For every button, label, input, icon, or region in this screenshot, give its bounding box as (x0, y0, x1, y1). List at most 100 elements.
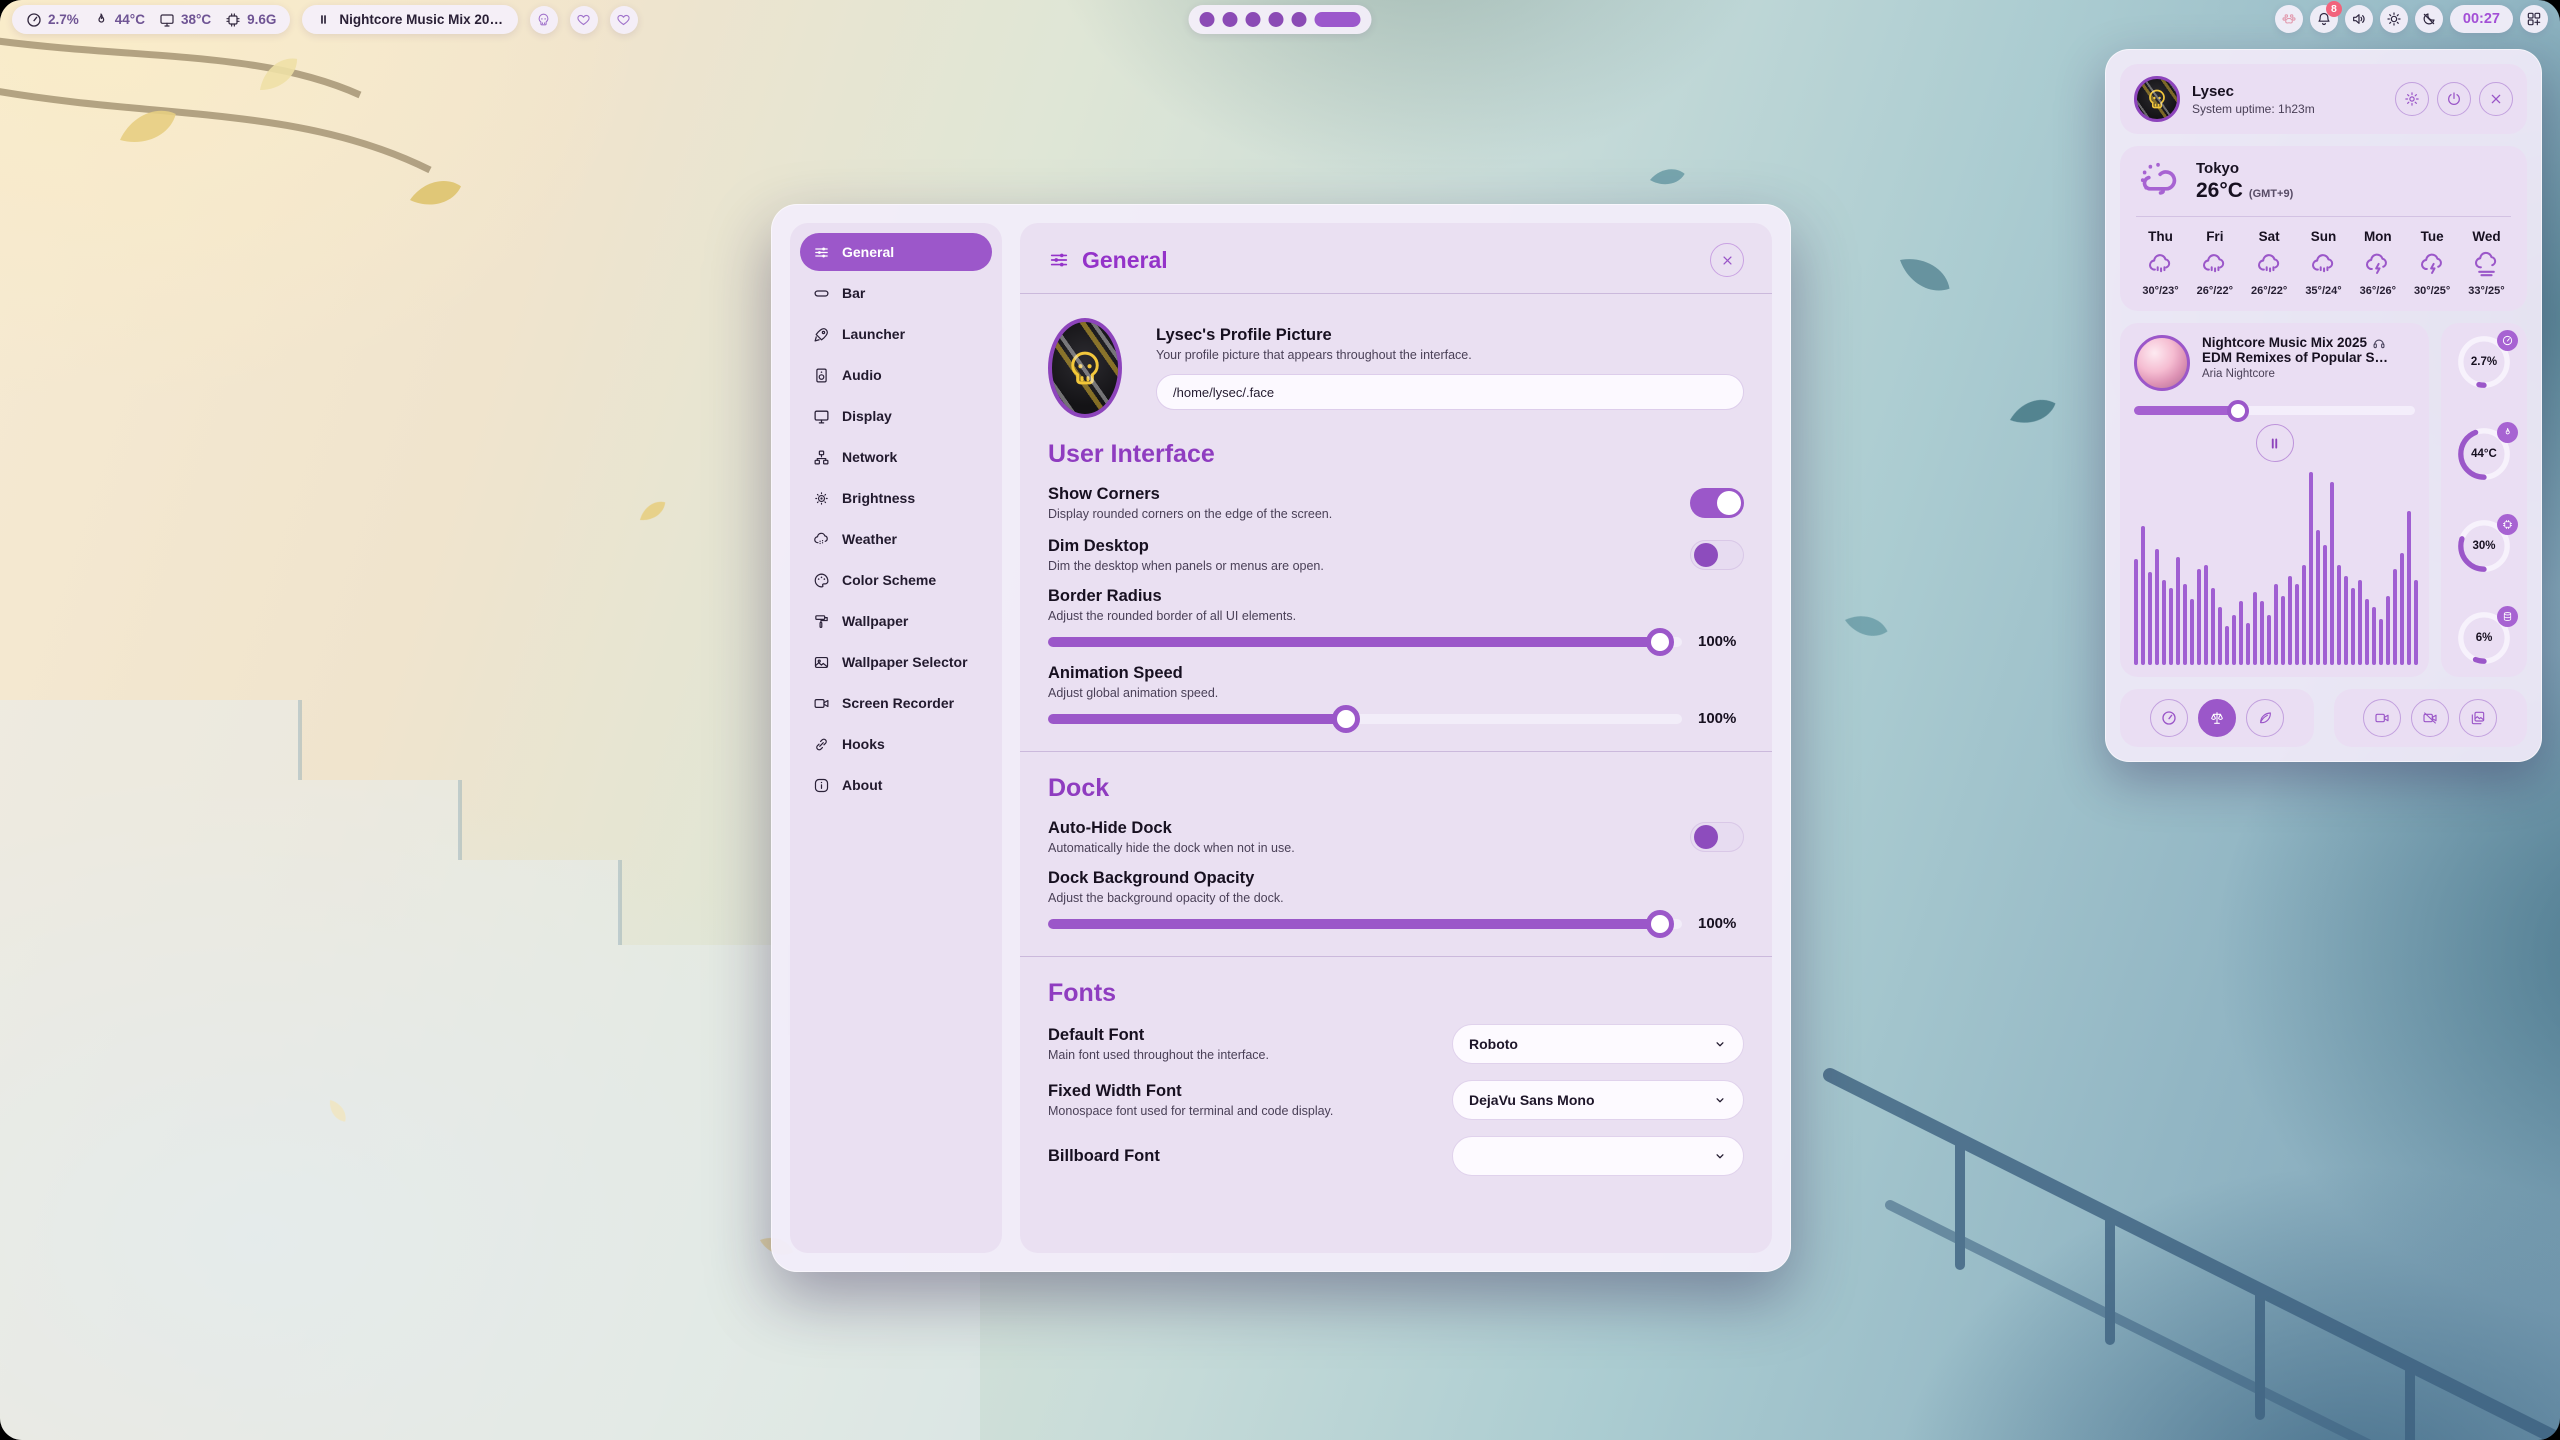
power-profile-button[interactable] (2150, 699, 2188, 737)
skull-icon (2145, 87, 2169, 111)
profile-picture[interactable] (1048, 318, 1122, 418)
setting-row-auto-hide-dock: Auto-Hide DockAutomatically hide the doc… (1048, 819, 1744, 855)
forecast-temps: 36°/26° (2360, 285, 2396, 297)
sidebar-item-label: Screen Recorder (842, 695, 954, 711)
auto-hide-dock-toggle[interactable] (1690, 822, 1744, 852)
sidebar-item[interactable]: Weather (800, 520, 992, 558)
forecast-temps: 26°/22° (2251, 285, 2287, 297)
sidebar-item[interactable]: Bar (800, 274, 992, 312)
visualizer-bar (2176, 557, 2180, 665)
user-action-button[interactable] (2479, 82, 2513, 116)
forecast-temps: 26°/22° (2197, 285, 2233, 297)
sidebar-item[interactable]: Network (800, 438, 992, 476)
visualizer-bar (2204, 565, 2208, 665)
sidebar-item[interactable]: Screen Recorder (800, 684, 992, 722)
close-button[interactable] (1710, 243, 1744, 277)
cloud-rain-icon (2256, 251, 2283, 278)
setting-label: Border Radius (1048, 587, 1744, 606)
slider-knob[interactable] (1646, 628, 1674, 656)
sidebar-item-label: General (842, 244, 894, 260)
visualizer-bar (2330, 482, 2334, 665)
stat-value: 38°C (181, 12, 211, 27)
cloud-storm-icon (2364, 251, 2391, 278)
panel-middle-row: Nightcore Music Mix 2025 EDM Remixes of … (2120, 323, 2527, 677)
topbar-action-button[interactable] (530, 6, 558, 34)
seek-slider[interactable] (2134, 406, 2415, 415)
visualizer-bar (2372, 607, 2376, 665)
sidebar-item[interactable]: Audio (800, 356, 992, 394)
setting-row-dim-desktop: Dim DesktopDim the desktop when panels o… (1048, 537, 1744, 573)
workspace-dot[interactable] (1292, 12, 1307, 27)
notifications-button[interactable]: 8 (2310, 5, 2338, 33)
slider-knob[interactable] (1646, 910, 1674, 938)
quick-toggle-button[interactable] (2345, 5, 2373, 33)
setting-label: Fixed Width Font (1048, 1082, 1432, 1101)
utility-button[interactable] (2459, 699, 2497, 737)
visualizer-bar (2211, 588, 2215, 665)
default-font-dropdown[interactable]: Roboto (1452, 1024, 1744, 1064)
setting-row-show-corners: Show CornersDisplay rounded corners on t… (1048, 485, 1744, 521)
show-corners-toggle[interactable] (1690, 488, 1744, 518)
quick-toggle-button[interactable] (2415, 5, 2443, 33)
visualizer-bar (2295, 584, 2299, 665)
sidebar-item[interactable]: General (800, 233, 992, 271)
sidebar-item[interactable]: Brightness (800, 479, 992, 517)
dim-desktop-toggle[interactable] (1690, 540, 1744, 570)
animation-speed-slider[interactable] (1048, 714, 1682, 724)
utility-button[interactable] (2411, 699, 2449, 737)
quick-toggle-button[interactable] (2380, 5, 2408, 33)
utility-button[interactable] (2363, 699, 2401, 737)
clock[interactable]: 00:27 (2450, 5, 2513, 33)
sidebar-item[interactable]: Display (800, 397, 992, 435)
sidebar-item[interactable]: Wallpaper Selector (800, 643, 992, 681)
profile-path-input[interactable]: /home/lysec/.face (1156, 374, 1744, 410)
workspace-dot[interactable] (1315, 12, 1361, 27)
sidebar-item[interactable]: Hooks (800, 725, 992, 763)
sidebar-item-label: Wallpaper Selector (842, 654, 968, 670)
workspace-dot[interactable] (1246, 12, 1261, 27)
setting-label: Show Corners (1048, 485, 1670, 504)
visualizer-bar (2134, 559, 2138, 665)
album-art (2134, 335, 2190, 391)
media-pill[interactable]: Nightcore Music Mix 20… (302, 5, 518, 34)
setting-label: Auto-Hide Dock (1048, 819, 1670, 838)
workspace-dot[interactable] (1269, 12, 1284, 27)
play-pause-button[interactable] (2256, 424, 2294, 462)
topbar-action-button[interactable] (610, 6, 638, 34)
overview-button[interactable] (2520, 5, 2548, 33)
flame-icon (2502, 427, 2513, 438)
workspace-dot[interactable] (1200, 12, 1215, 27)
workspace-dot[interactable] (1223, 12, 1238, 27)
topbar-action-button[interactable] (570, 6, 598, 34)
stat-ring-badge (2497, 330, 2518, 351)
slider-value: 100% (1698, 915, 1744, 932)
sidebar-item[interactable]: Color Scheme (800, 561, 992, 599)
sidebar-item[interactable]: About (800, 766, 992, 804)
fixed-width-font-dropdown[interactable]: DejaVu Sans Mono (1452, 1080, 1744, 1120)
sidebar-item[interactable]: Wallpaper (800, 602, 992, 640)
weather-forecast: Thu 30°/23° Fri 26°/22° Sat 26°/22° Sun (2136, 229, 2511, 297)
cloud-rain-icon (2147, 251, 2174, 278)
setting-row-border-radius: Border Radius Adjust the rounded border o… (1048, 587, 1744, 650)
billboard-font-dropdown[interactable] (1452, 1136, 1744, 1176)
setting-description: Adjust the rounded border of all UI elem… (1048, 609, 1744, 623)
toggle-knob (1717, 491, 1741, 515)
border-radius-slider[interactable] (1048, 637, 1682, 647)
slider-knob[interactable] (1332, 705, 1360, 733)
chevron-down-icon (1713, 1149, 1727, 1163)
tray-app-button[interactable] (2275, 5, 2303, 33)
seek-knob[interactable] (2227, 400, 2249, 422)
user-action-button[interactable] (2395, 82, 2429, 116)
power-profile-button[interactable] (2198, 699, 2236, 737)
settings-window: General Bar Launcher Audio Display Netwo… (771, 204, 1791, 1272)
monitor-icon (813, 408, 830, 425)
visualizer-bar (2309, 472, 2313, 665)
user-action-button[interactable] (2437, 82, 2471, 116)
visualizer-bar (2323, 545, 2327, 665)
forecast-temps: 30°/25° (2414, 285, 2450, 297)
sidebar-item[interactable]: Launcher (800, 315, 992, 353)
dock-background-opacity-slider[interactable] (1048, 919, 1682, 929)
visualizer-bar (2141, 526, 2145, 665)
power-profile-button[interactable] (2246, 699, 2284, 737)
stat-item: 2.7% (26, 12, 79, 28)
